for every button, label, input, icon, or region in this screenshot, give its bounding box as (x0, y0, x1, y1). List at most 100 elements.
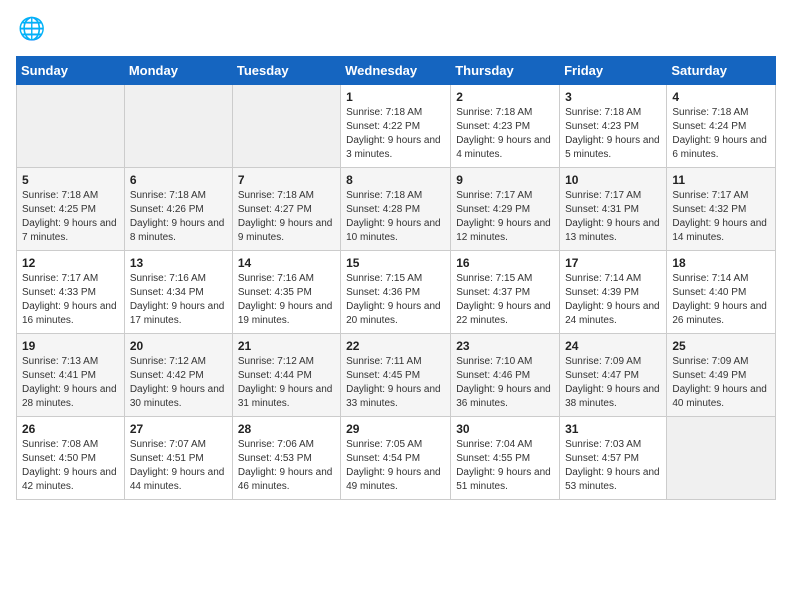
calendar-cell: 1 Sunrise: 7:18 AMSunset: 4:22 PMDaylight… (341, 85, 451, 168)
day-number: 21 (238, 339, 335, 353)
day-number: 24 (565, 339, 661, 353)
header-friday: Friday (560, 57, 667, 85)
day-number: 1 (346, 90, 445, 104)
calendar-week-1: 1 Sunrise: 7:18 AMSunset: 4:22 PMDaylight… (17, 85, 776, 168)
header-tuesday: Tuesday (232, 57, 340, 85)
day-number: 26 (22, 422, 119, 436)
calendar-cell (17, 85, 125, 168)
day-info: Sunrise: 7:17 AMSunset: 4:33 PMDaylight:… (22, 272, 119, 328)
day-info: Sunrise: 7:18 AMSunset: 4:24 PMDaylight:… (672, 106, 770, 162)
calendar-cell: 22 Sunrise: 7:11 AMSunset: 4:45 PMDayligh… (341, 334, 451, 417)
day-number: 12 (22, 256, 119, 270)
day-info: Sunrise: 7:12 AMSunset: 4:42 PMDaylight:… (130, 355, 227, 411)
day-info: Sunrise: 7:18 AMSunset: 4:25 PMDaylight:… (22, 189, 119, 245)
calendar-cell: 20Sunrise: 7:12 AMSunset: 4:42 PMDayligh… (124, 334, 232, 417)
header-sunday: Sunday (17, 57, 125, 85)
calendar-cell: 11Sunrise: 7:17 AMSunset: 4:32 PMDayligh… (667, 168, 776, 251)
calendar-cell: 25 Sunrise: 7:09 AMSunset: 4:49 PMDayligh… (667, 334, 776, 417)
day-info: Sunrise: 7:14 AMSunset: 4:39 PMDaylight:… (565, 272, 661, 328)
logo: 🌐 (16, 16, 48, 44)
calendar-cell: 24 Sunrise: 7:09 AMSunset: 4:47 PMDayligh… (560, 334, 667, 417)
day-number: 30 (456, 422, 554, 436)
day-info: Sunrise: 7:09 AMSunset: 4:47 PMDaylight:… (565, 355, 661, 411)
day-info: Sunrise: 7:04 AMSunset: 4:55 PMDaylight:… (456, 438, 554, 494)
calendar-cell: 12 Sunrise: 7:17 AMSunset: 4:33 PMDayligh… (17, 251, 125, 334)
day-info: Sunrise: 7:18 AMSunset: 4:26 PMDaylight:… (130, 189, 227, 245)
calendar-cell: 31 Sunrise: 7:03 AMSunset: 4:57 PMDayligh… (560, 417, 667, 500)
calendar-cell: 29 Sunrise: 7:05 AMSunset: 4:54 PMDayligh… (341, 417, 451, 500)
day-number: 3 (565, 90, 661, 104)
day-number: 28 (238, 422, 335, 436)
day-number: 29 (346, 422, 445, 436)
calendar-week-5: 26Sunrise: 7:08 AMSunset: 4:50 PMDayligh… (17, 417, 776, 500)
day-info: Sunrise: 7:13 AMSunset: 4:41 PMDaylight:… (22, 355, 119, 411)
logo-icon: 🌐 (16, 16, 44, 44)
day-info: Sunrise: 7:17 AMSunset: 4:29 PMDaylight:… (456, 189, 554, 245)
day-info: Sunrise: 7:06 AMSunset: 4:53 PMDaylight:… (238, 438, 335, 494)
day-number: 22 (346, 339, 445, 353)
day-number: 4 (672, 90, 770, 104)
day-info: Sunrise: 7:05 AMSunset: 4:54 PMDaylight:… (346, 438, 445, 494)
day-info: Sunrise: 7:11 AMSunset: 4:45 PMDaylight:… (346, 355, 445, 411)
calendar-cell: 23 Sunrise: 7:10 AMSunset: 4:46 PMDayligh… (451, 334, 560, 417)
day-info: Sunrise: 7:03 AMSunset: 4:57 PMDaylight:… (565, 438, 661, 494)
calendar-cell: 15Sunrise: 7:15 AMSunset: 4:36 PMDayligh… (341, 251, 451, 334)
day-number: 14 (238, 256, 335, 270)
day-info: Sunrise: 7:07 AMSunset: 4:51 PMDaylight:… (130, 438, 227, 494)
calendar-cell (124, 85, 232, 168)
calendar-cell: 7 Sunrise: 7:18 AMSunset: 4:27 PMDaylight… (232, 168, 340, 251)
day-info: Sunrise: 7:12 AMSunset: 4:44 PMDaylight:… (238, 355, 335, 411)
calendar-cell: 28 Sunrise: 7:06 AMSunset: 4:53 PMDayligh… (232, 417, 340, 500)
day-number: 9 (456, 173, 554, 187)
day-number: 5 (22, 173, 119, 187)
day-number: 2 (456, 90, 554, 104)
day-info: Sunrise: 7:17 AMSunset: 4:31 PMDaylight:… (565, 189, 661, 245)
calendar-cell: 26Sunrise: 7:08 AMSunset: 4:50 PMDayligh… (17, 417, 125, 500)
day-info: Sunrise: 7:18 AMSunset: 4:28 PMDaylight:… (346, 189, 445, 245)
day-number: 25 (672, 339, 770, 353)
calendar-week-3: 12 Sunrise: 7:17 AMSunset: 4:33 PMDayligh… (17, 251, 776, 334)
calendar-cell: 21 Sunrise: 7:12 AMSunset: 4:44 PMDayligh… (232, 334, 340, 417)
header-saturday: Saturday (667, 57, 776, 85)
day-number: 18 (672, 256, 770, 270)
day-number: 7 (238, 173, 335, 187)
day-info: Sunrise: 7:15 AMSunset: 4:37 PMDaylight:… (456, 272, 554, 328)
day-info: Sunrise: 7:18 AMSunset: 4:27 PMDaylight:… (238, 189, 335, 245)
day-number: 8 (346, 173, 445, 187)
calendar-cell: 17Sunrise: 7:14 AMSunset: 4:39 PMDayligh… (560, 251, 667, 334)
day-info: Sunrise: 7:09 AMSunset: 4:49 PMDaylight:… (672, 355, 770, 411)
day-info: Sunrise: 7:18 AMSunset: 4:22 PMDaylight:… (346, 106, 445, 162)
day-number: 6 (130, 173, 227, 187)
calendar-week-4: 19 Sunrise: 7:13 AMSunset: 4:41 PMDayligh… (17, 334, 776, 417)
day-number: 19 (22, 339, 119, 353)
day-info: Sunrise: 7:16 AMSunset: 4:34 PMDaylight:… (130, 272, 227, 328)
calendar-cell: 10 Sunrise: 7:17 AMSunset: 4:31 PMDayligh… (560, 168, 667, 251)
calendar-cell: 18 Sunrise: 7:14 AMSunset: 4:40 PMDayligh… (667, 251, 776, 334)
day-number: 15 (346, 256, 445, 270)
day-info: Sunrise: 7:10 AMSunset: 4:46 PMDaylight:… (456, 355, 554, 411)
day-number: 13 (130, 256, 227, 270)
day-info: Sunrise: 7:17 AMSunset: 4:32 PMDaylight:… (672, 189, 770, 245)
header-wednesday: Wednesday (341, 57, 451, 85)
day-info: Sunrise: 7:18 AMSunset: 4:23 PMDaylight:… (456, 106, 554, 162)
day-info: Sunrise: 7:14 AMSunset: 4:40 PMDaylight:… (672, 272, 770, 328)
calendar-cell: 13 Sunrise: 7:16 AMSunset: 4:34 PMDayligh… (124, 251, 232, 334)
calendar-cell: 14 Sunrise: 7:16 AMSunset: 4:35 PMDayligh… (232, 251, 340, 334)
calendar-table: SundayMondayTuesdayWednesdayThursdayFrid… (16, 56, 776, 500)
calendar-cell: 19 Sunrise: 7:13 AMSunset: 4:41 PMDayligh… (17, 334, 125, 417)
day-number: 23 (456, 339, 554, 353)
day-info: Sunrise: 7:16 AMSunset: 4:35 PMDaylight:… (238, 272, 335, 328)
calendar-cell: 6 Sunrise: 7:18 AMSunset: 4:26 PMDaylight… (124, 168, 232, 251)
day-number: 16 (456, 256, 554, 270)
calendar-cell: 3 Sunrise: 7:18 AMSunset: 4:23 PMDaylight… (560, 85, 667, 168)
day-number: 31 (565, 422, 661, 436)
calendar-header-row: SundayMondayTuesdayWednesdayThursdayFrid… (17, 57, 776, 85)
page-header: 🌐 (16, 16, 776, 44)
header-monday: Monday (124, 57, 232, 85)
calendar-cell (232, 85, 340, 168)
svg-text:🌐: 🌐 (18, 16, 44, 41)
day-number: 10 (565, 173, 661, 187)
calendar-cell: 2 Sunrise: 7:18 AMSunset: 4:23 PMDaylight… (451, 85, 560, 168)
day-number: 27 (130, 422, 227, 436)
day-info: Sunrise: 7:18 AMSunset: 4:23 PMDaylight:… (565, 106, 661, 162)
